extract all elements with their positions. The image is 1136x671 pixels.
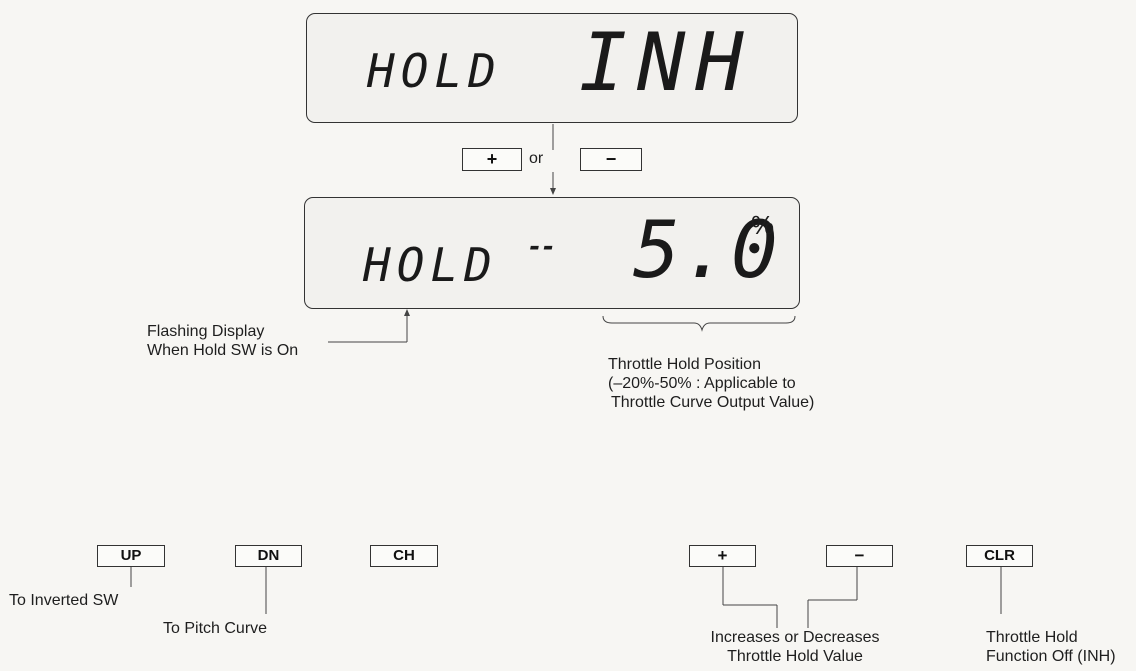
- flashing-display-note: Flashing Display When Hold SW is On: [147, 322, 317, 360]
- flashing-note-line: When Hold SW is On: [147, 342, 299, 359]
- clr-description-line: Function Off (INH): [986, 648, 1116, 665]
- clr-key[interactable]: CLR: [966, 545, 1033, 567]
- plus-key-connector-label: +: [486, 149, 498, 169]
- throttle-hold-position-note: Throttle Hold Position (–20%-50% : Appli…: [608, 355, 868, 412]
- up-key-description: To Inverted SW: [9, 592, 119, 609]
- plus-key-connector[interactable]: +: [462, 148, 522, 171]
- position-note-line: Throttle Hold Position: [608, 356, 761, 373]
- position-note-line: Throttle Curve Output Value): [611, 394, 815, 411]
- plus-key-label: +: [717, 546, 728, 565]
- dn-key-label: DN: [257, 547, 280, 564]
- minus-key-connector[interactable]: −: [580, 148, 642, 171]
- clr-key-label: CLR: [984, 547, 1015, 564]
- ch-key-label: CH: [393, 547, 415, 564]
- minus-key-label: −: [854, 546, 865, 565]
- clr-key-description: Throttle Hold Function Off (INH): [986, 628, 1136, 666]
- dn-key[interactable]: DN: [235, 545, 302, 567]
- flashing-indicator: --: [527, 232, 556, 262]
- up-key[interactable]: UP: [97, 545, 165, 567]
- or-text: or: [529, 150, 544, 167]
- plus-minus-description-line: Increases or Decreases: [710, 629, 880, 646]
- ch-key[interactable]: CH: [370, 545, 438, 567]
- minus-key-connector-label: −: [605, 149, 617, 169]
- position-note-line: (–20%-50% : Applicable to: [608, 375, 796, 392]
- plus-minus-description: Increases or Decreases Throttle Hold Val…: [690, 628, 900, 666]
- minus-key[interactable]: −: [826, 545, 893, 567]
- plus-minus-description-line: Throttle Hold Value: [727, 648, 863, 665]
- lcd-display-bottom: HOLD -- 5.0 %: [304, 197, 800, 309]
- dn-key-description: To Pitch Curve: [163, 620, 268, 637]
- up-key-label: UP: [120, 547, 142, 564]
- display-unit: %: [751, 210, 775, 240]
- clr-description-line: Throttle Hold: [986, 629, 1078, 646]
- flashing-note-line: Flashing Display: [147, 323, 265, 340]
- plus-key[interactable]: +: [689, 545, 756, 567]
- display-label-hold: HOLD: [363, 238, 498, 292]
